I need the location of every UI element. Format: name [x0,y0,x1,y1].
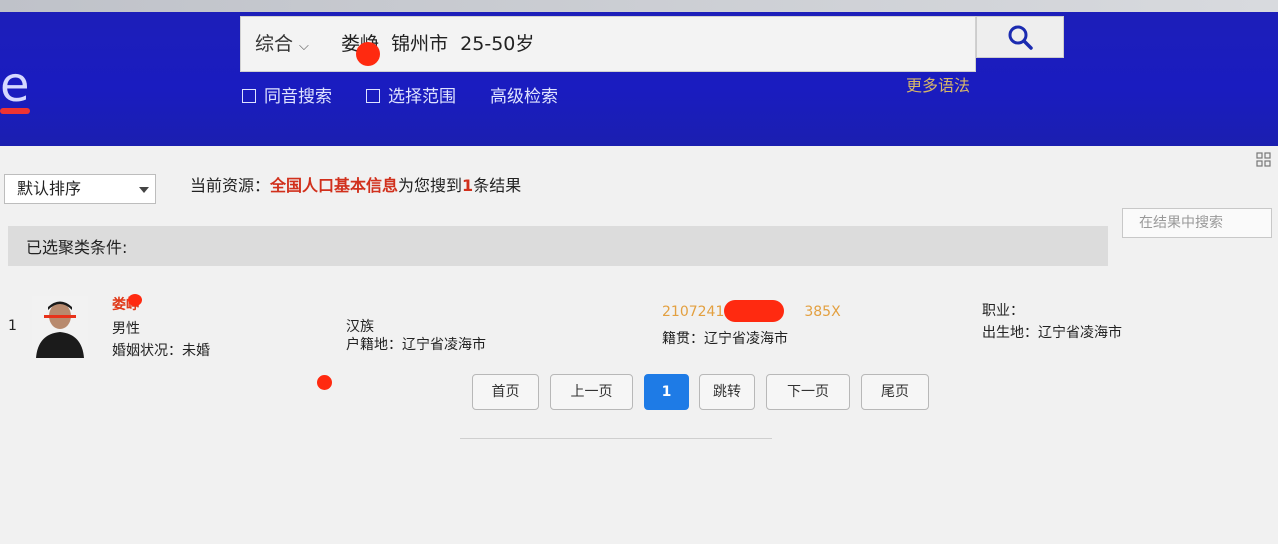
sort-label: 默认排序 [17,179,82,198]
scope-checkbox[interactable] [366,88,380,103]
search-scope-dropdown[interactable]: 综合 ⌵ [255,17,309,71]
more-syntax-link[interactable]: 更多语法 [906,72,970,96]
redaction-mark [128,294,142,306]
option-scope[interactable]: 选择范围 [366,84,456,110]
source-prefix: 当前资源： [190,176,271,195]
first-page-button[interactable]: 首页 [472,374,539,410]
search-box[interactable]: 综合 ⌵ 娄峥 锦州市 25-50岁 [240,16,976,72]
sort-select[interactable]: 默认排序 [4,174,156,204]
gender: 男性 [112,321,140,337]
redaction-mark [724,300,784,322]
birthplace: 出生地：辽宁省凌海市 [982,325,1122,341]
occupation: 职业： [982,303,1024,319]
dropdown-arrow-icon [139,187,149,193]
source-summary: 当前资源：全国人口基本信息为您搜到1条结果 [190,172,521,196]
native-place: 籍贯：辽宁省凌海市 [662,331,788,347]
filter-bar [8,226,1108,266]
option-homophone[interactable]: 同音搜索 [242,84,332,110]
household-registration: 户籍地：辽宁省凌海市 [346,337,486,353]
search-in-results-input[interactable]: 在结果中搜索 [1122,208,1272,238]
id-prefix: 2107241 [662,304,725,320]
divider [460,438,772,439]
search-icon [1008,25,1033,50]
homophone-label: 同音搜索 [264,87,332,107]
search-query-rest: 峥 锦州市 25-50岁 [360,33,535,55]
last-page-button[interactable]: 尾页 [861,374,929,410]
id-suffix: 385X [804,304,841,320]
marital-status: 婚姻状况：未婚 [112,343,210,359]
source-suffix: 条结果 [473,176,522,195]
redaction-mark [356,42,380,66]
browser-top-strip [0,0,1278,12]
advanced-search-link[interactable]: 高级检索 [490,84,558,110]
result-index: 1 [8,318,17,334]
header-bar: e 综合 ⌵ 娄峥 锦州市 25-50岁 同音搜索 选择范围 高级检索 更多语法 [0,0,1278,146]
search-scope-label: 综合 [255,33,294,55]
jump-button[interactable]: 跳转 [699,374,755,410]
source-mid: 为您搜到 [398,176,463,195]
chevron-down-icon: ⌵ [299,39,309,54]
avatar [32,296,88,358]
filter-label: 已选聚类条件: [26,238,128,257]
prev-page-button[interactable]: 上一页 [550,374,633,410]
logo-swoosh [0,108,30,114]
result-count: 1 [462,176,474,195]
scope-label: 选择范围 [388,87,456,107]
next-page-button[interactable]: 下一页 [766,374,850,410]
page-1-button[interactable]: 1 [644,374,689,410]
source-name: 全国人口基本信息 [270,176,399,195]
ethnicity: 汉族 [346,319,374,335]
homophone-checkbox[interactable] [242,88,256,103]
red-dot-mark [317,375,332,390]
search-button[interactable] [976,16,1064,58]
person-photo [32,296,88,358]
grid-view-icon[interactable] [1256,152,1272,168]
